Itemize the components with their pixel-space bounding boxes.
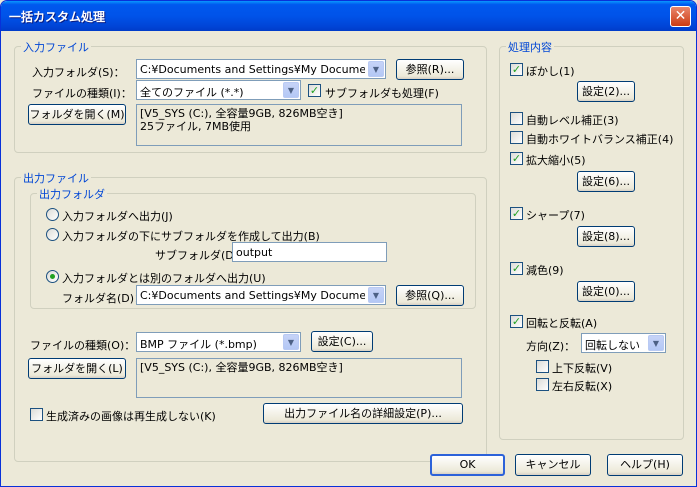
radio-output-input-folder[interactable] xyxy=(46,208,59,221)
radio-output-other-folder[interactable] xyxy=(46,270,59,283)
close-icon[interactable]: ✕ xyxy=(670,6,691,27)
chevron-down-icon[interactable]: ▼ xyxy=(368,287,384,303)
radio-output-other-folder-label: 入力フォルダとは別のフォルダへ出力(U) xyxy=(62,272,266,285)
output-folder-value: C:¥Documents and Settings¥My Documents xyxy=(140,289,365,302)
input-open-folder-button[interactable]: フォルダを開く(M) xyxy=(28,104,126,125)
output-open-folder-button[interactable]: フォルダを開く(L) xyxy=(28,358,126,379)
output-type-settings-button[interactable]: 設定(C)... xyxy=(311,331,373,352)
input-type-combo[interactable]: 全てのファイル (*.*) ▼ xyxy=(136,80,301,100)
flip-vertical-checkbox[interactable]: ✓ xyxy=(536,360,549,373)
radio-output-input-folder-label: 入力フォルダへ出力(J) xyxy=(62,210,173,223)
input-info-line1: [V5_SYS (C:), 全容量9GB, 826MB空き] xyxy=(140,107,343,120)
blur-settings-button[interactable]: 設定(2)... xyxy=(577,81,635,102)
input-folder-value: C:¥Documents and Settings¥My Documents xyxy=(140,63,365,76)
chevron-down-icon[interactable]: ▼ xyxy=(283,334,299,350)
rotate-label: 回転と反転(A) xyxy=(526,317,598,330)
cancel-button[interactable]: キャンセル xyxy=(515,454,591,476)
help-button[interactable]: ヘルプ(H) xyxy=(607,454,683,476)
output-folder-info: [V5_SYS (C:), 全容量9GB, 826MB空き] xyxy=(136,358,462,398)
sharpen-checkbox[interactable]: ✓ xyxy=(510,207,523,220)
output-browse-button[interactable]: 参照(Q)... xyxy=(396,285,464,306)
output-type-value: BMP ファイル (*.bmp) xyxy=(140,338,257,351)
radio-output-subfolder[interactable] xyxy=(46,228,59,241)
subfolder-checkbox[interactable]: ✓ xyxy=(308,84,321,97)
blur-checkbox[interactable]: ✓ xyxy=(510,63,523,76)
resize-settings-button[interactable]: 設定(6)... xyxy=(577,171,635,192)
input-info-line2: 25ファイル, 7MB使用 xyxy=(140,120,252,133)
radio-selected-dot xyxy=(50,274,55,279)
output-info-line1: [V5_SYS (C:), 全容量9GB, 826MB空き] xyxy=(140,361,343,374)
sharpen-settings-button[interactable]: 設定(8)... xyxy=(577,226,635,247)
resize-label: 拡大縮小(5) xyxy=(526,154,586,167)
auto-white-checkbox[interactable]: ✓ xyxy=(510,131,523,144)
input-file-group-title: 入力ファイル xyxy=(21,39,91,55)
reduce-color-settings-button[interactable]: 設定(0)... xyxy=(577,281,635,302)
output-filename-detail-button[interactable]: 出力ファイル名の詳細設定(P)... xyxy=(263,403,463,424)
skip-existing-label: 生成済みの画像は再生成しない(K) xyxy=(46,410,216,423)
chevron-down-icon[interactable]: ▼ xyxy=(368,61,384,77)
subfolder-checkbox-label: サブフォルダも処理(F) xyxy=(325,87,439,100)
sharpen-label: シャープ(7) xyxy=(526,209,585,222)
chevron-down-icon[interactable]: ▼ xyxy=(648,335,664,351)
auto-level-label: 自動レベル補正(3) xyxy=(526,114,619,127)
input-type-value: 全てのファイル (*.*) xyxy=(140,86,244,99)
direction-combo[interactable]: 回転しない ▼ xyxy=(581,333,666,353)
output-subfolder-input[interactable]: output xyxy=(232,242,387,262)
flip-vertical-label: 上下反転(V) xyxy=(552,362,613,375)
input-type-label: ファイルの種類(I)： xyxy=(32,87,132,100)
skip-existing-checkbox[interactable]: ✓ xyxy=(30,408,43,421)
resize-checkbox[interactable]: ✓ xyxy=(510,152,523,165)
rotate-checkbox[interactable]: ✓ xyxy=(510,315,523,328)
title-bar[interactable]: 一括カスタム処理 ✕ xyxy=(1,1,696,31)
input-folder-combo[interactable]: C:¥Documents and Settings¥My Documents ▼ xyxy=(136,59,386,79)
blur-label: ぼかし(1) xyxy=(526,65,575,78)
window-title: 一括カスタム処理 xyxy=(9,10,106,24)
output-folder-group-title: 出力フォルダ xyxy=(37,186,107,202)
ok-button[interactable]: OK xyxy=(430,454,505,476)
input-browse-button[interactable]: 参照(R)... xyxy=(396,59,464,80)
dialog-window: 一括カスタム処理 ✕ 入力ファイル 入力フォルダ(S)： C:¥Document… xyxy=(0,0,697,487)
auto-white-label: 自動ホワイトバランス補正(4) xyxy=(526,133,674,146)
processing-group-title: 処理内容 xyxy=(506,39,554,55)
output-file-group-title: 出力ファイル xyxy=(21,170,91,186)
output-folder-combo[interactable]: C:¥Documents and Settings¥My Documents ▼ xyxy=(136,285,386,305)
input-folder-label: 入力フォルダ(S)： xyxy=(32,66,125,79)
flip-horizontal-label: 左右反転(X) xyxy=(552,380,613,393)
dialog-client: 入力ファイル 入力フォルダ(S)： C:¥Documents and Setti… xyxy=(4,31,693,484)
direction-value: 回転しない xyxy=(585,339,640,352)
direction-label: 方向(Z)： xyxy=(526,340,576,353)
reduce-color-checkbox[interactable]: ✓ xyxy=(510,262,523,275)
input-folder-info: [V5_SYS (C:), 全容量9GB, 826MB空き] 25ファイル, 7… xyxy=(136,104,462,146)
output-type-combo[interactable]: BMP ファイル (*.bmp) ▼ xyxy=(136,332,301,352)
auto-level-checkbox[interactable]: ✓ xyxy=(510,112,523,125)
output-folder-name-label: フォルダ名(D)： xyxy=(62,292,146,305)
output-type-label: ファイルの種類(O)： xyxy=(30,339,136,352)
reduce-color-label: 減色(9) xyxy=(526,264,564,277)
flip-horizontal-checkbox[interactable]: ✓ xyxy=(536,378,549,391)
chevron-down-icon[interactable]: ▼ xyxy=(283,82,299,98)
